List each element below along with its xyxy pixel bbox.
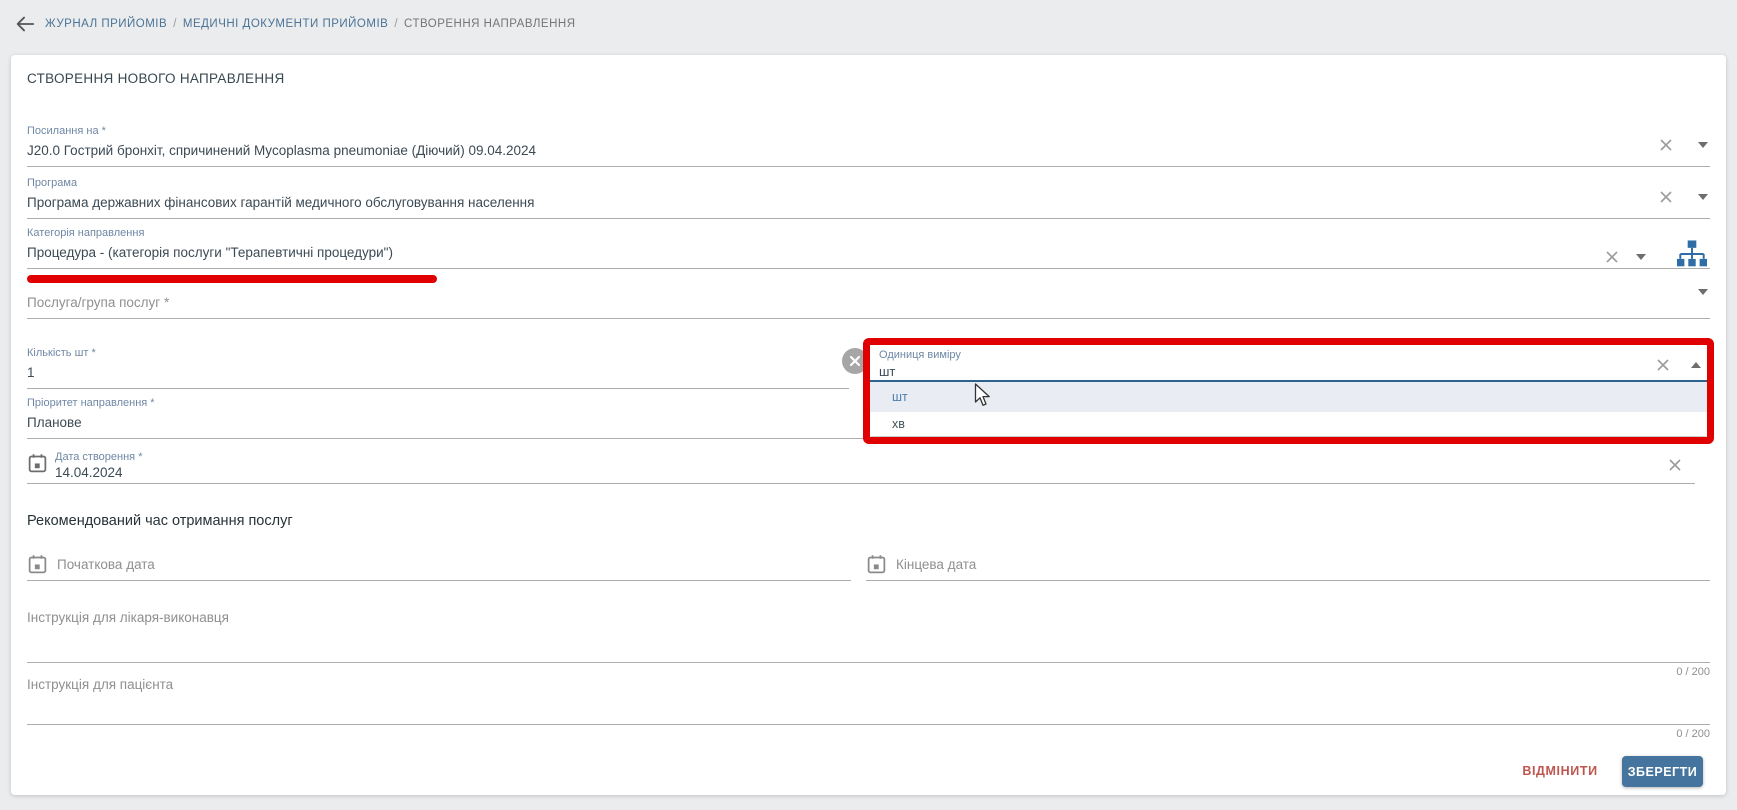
calendar-icon[interactable] <box>27 553 48 580</box>
category-tree-icon[interactable] <box>1676 239 1708 274</box>
chevron-down-icon[interactable] <box>1698 194 1708 200</box>
top-bar: ЖУРНАЛ ПРИЙОМІВ / МЕДИЧНІ ДОКУМЕНТИ ПРИЙ… <box>0 0 1737 48</box>
reference-value: J20.0 Гострий бронхіт, спричинений Mycop… <box>27 143 536 158</box>
cancel-button[interactable]: ВІДМІНИТИ <box>1515 756 1605 786</box>
priority-label: Пріоритет направлення * <box>27 397 155 409</box>
quantity-value: 1 <box>27 365 35 380</box>
clear-icon[interactable] <box>1658 189 1674 205</box>
clear-icon[interactable] <box>1604 249 1620 265</box>
field-underline <box>27 388 849 389</box>
field-underline <box>27 318 1710 319</box>
clear-icon[interactable] <box>1667 457 1683 473</box>
field-underline <box>27 724 1710 725</box>
field-underline <box>866 580 1710 581</box>
quantity-label: Кількість шт * <box>27 347 96 359</box>
creation-date-field[interactable]: Дата створення * 14.04.2024 <box>27 452 1695 484</box>
field-underline <box>27 166 1710 167</box>
service-field[interactable]: Послуга/група послуг * <box>27 277 1710 319</box>
unit-field[interactable]: Одиниця виміру шт <box>870 345 1707 382</box>
arrow-left-icon <box>14 13 36 35</box>
chevron-down-icon[interactable] <box>1698 289 1708 295</box>
priority-value: Планове <box>27 415 82 430</box>
unit-option-khv[interactable]: хв <box>870 412 1707 436</box>
annotation-red-box: Одиниця виміру шт шт хв <box>863 338 1714 444</box>
unit-dropdown-menu: шт хв <box>870 382 1707 436</box>
unit-option-sht[interactable]: шт <box>870 382 1707 412</box>
breadcrumb-link-journal[interactable]: ЖУРНАЛ ПРИЙОМІВ <box>45 18 167 30</box>
reference-field[interactable]: Посилання на * J20.0 Гострий бронхіт, сп… <box>27 125 1710 167</box>
end-date-placeholder: Кінцева дата <box>896 557 976 572</box>
field-underline <box>27 662 1710 663</box>
field-underline <box>27 483 1695 484</box>
circle-x-icon <box>849 355 861 367</box>
patient-instruction-field[interactable]: Інструкція для пацієнта <box>27 677 173 692</box>
clear-icon[interactable] <box>1655 357 1671 373</box>
program-field[interactable]: Програма Програма державних фінансових г… <box>27 177 1710 219</box>
breadcrumb-link-medical-docs[interactable]: МЕДИЧНІ ДОКУМЕНТИ ПРИЙОМІВ <box>183 18 388 30</box>
clear-icon[interactable] <box>1658 137 1674 153</box>
program-label: Програма <box>27 177 77 189</box>
calendar-icon[interactable] <box>27 452 48 479</box>
breadcrumb-separator: / <box>394 18 398 30</box>
chevron-down-icon[interactable] <box>1636 254 1646 260</box>
creation-date-value: 14.04.2024 <box>55 465 123 480</box>
unit-value: шт <box>879 364 895 379</box>
back-button[interactable] <box>13 12 37 36</box>
breadcrumb: ЖУРНАЛ ПРИЙОМІВ / МЕДИЧНІ ДОКУМЕНТИ ПРИЙ… <box>45 18 576 30</box>
field-underline <box>27 218 1710 219</box>
reference-label: Посилання на * <box>27 125 106 137</box>
field-underline <box>27 268 1710 269</box>
doctor-instruction-counter: 0 / 200 <box>1676 666 1710 678</box>
end-date-field[interactable]: Кінцева дата <box>866 553 1710 581</box>
breadcrumb-current: СТВОРЕННЯ НАПРАВЛЕННЯ <box>404 18 576 30</box>
unit-label: Одиниця виміру <box>879 349 961 361</box>
card-title: СТВОРЕННЯ НОВОГО НАПРАВЛЕННЯ <box>27 71 285 86</box>
start-date-placeholder: Початкова дата <box>57 557 155 572</box>
field-underline <box>27 580 851 581</box>
service-placeholder: Послуга/група послуг * <box>27 295 169 310</box>
patient-instruction-counter: 0 / 200 <box>1676 728 1710 740</box>
start-date-field[interactable]: Початкова дата <box>27 553 851 581</box>
save-button[interactable]: ЗБЕРЕГТИ <box>1622 756 1703 787</box>
category-value: Процедура - (категорія послуги "Терапевт… <box>27 245 393 260</box>
breadcrumb-separator: / <box>173 18 177 30</box>
program-value: Програма державних фінансових гарантій м… <box>27 195 534 210</box>
doctor-instruction-field[interactable]: Інструкція для лікаря-виконавця <box>27 610 229 625</box>
category-label: Категорія направлення <box>27 227 144 239</box>
creation-date-label: Дата створення * <box>55 451 142 463</box>
recommended-time-title: Рекомендований час отримання послуг <box>27 513 293 529</box>
chevron-down-icon[interactable] <box>1698 142 1708 148</box>
calendar-icon[interactable] <box>866 553 887 580</box>
annotation-red-underline <box>27 275 437 283</box>
chevron-up-icon[interactable] <box>1691 362 1701 368</box>
quantity-field[interactable]: Кількість шт * 1 <box>27 347 849 389</box>
category-field[interactable]: Категорія направлення Процедура - (катег… <box>27 227 1710 269</box>
